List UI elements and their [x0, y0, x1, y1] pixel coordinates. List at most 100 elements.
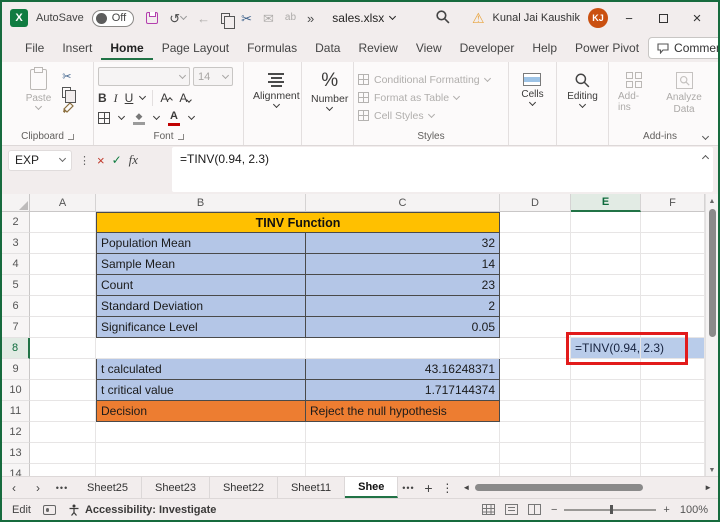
comments-button[interactable]: Comments: [648, 37, 720, 59]
cell[interactable]: [500, 317, 571, 338]
next-sheet-button[interactable]: ›: [26, 477, 50, 498]
cell[interactable]: [571, 254, 641, 275]
cell[interactable]: [641, 212, 705, 233]
cell[interactable]: [641, 443, 705, 464]
cell[interactable]: [30, 359, 96, 380]
cell[interactable]: [571, 296, 641, 317]
cell[interactable]: [96, 338, 306, 359]
insert-function-button[interactable]: fx: [129, 152, 138, 168]
cut-button[interactable]: ✂: [62, 70, 74, 83]
fill-color-button[interactable]: ◆: [133, 112, 145, 125]
cell[interactable]: [571, 317, 641, 338]
cell[interactable]: [641, 380, 705, 401]
back-button[interactable]: ←: [197, 12, 210, 25]
row-header[interactable]: 12: [2, 422, 30, 443]
tab-developer[interactable]: Developer: [451, 36, 524, 61]
row-header-active[interactable]: 8: [2, 338, 30, 359]
cell[interactable]: [641, 296, 705, 317]
cell-styles-button[interactable]: Cell Styles: [358, 107, 504, 124]
more-sheets-left-button[interactable]: •••: [50, 477, 74, 498]
save-button[interactable]: [146, 12, 158, 24]
document-title[interactable]: sales.xlsx: [332, 11, 395, 25]
zoom-slider-thumb[interactable]: [610, 505, 613, 514]
dialog-launcher-icon[interactable]: [178, 134, 184, 140]
row-header[interactable]: 3: [2, 233, 30, 254]
cell[interactable]: [641, 422, 705, 443]
cell[interactable]: [500, 275, 571, 296]
column-header-e[interactable]: E: [571, 194, 641, 212]
bold-button[interactable]: B: [98, 91, 107, 105]
sheet-options-icon[interactable]: ⋮: [438, 477, 456, 498]
sheet-tab-sheet11[interactable]: Sheet11: [278, 477, 345, 498]
cell[interactable]: [96, 443, 306, 464]
page-break-view-icon[interactable]: [528, 504, 541, 515]
analyze-data-button[interactable]: Analyze Data: [661, 66, 707, 118]
dialog-launcher-icon[interactable]: [68, 134, 74, 140]
tab-home[interactable]: Home: [101, 36, 152, 61]
sheet-tab-sheet22[interactable]: Sheet22: [210, 477, 278, 498]
row-header[interactable]: 14: [2, 464, 30, 476]
italic-button[interactable]: I: [114, 91, 118, 106]
cell[interactable]: [30, 443, 96, 464]
excel-logo-icon[interactable]: X: [10, 9, 28, 27]
cell-value[interactable]: 14: [306, 254, 500, 275]
cell[interactable]: [500, 464, 571, 476]
copy-button[interactable]: [221, 13, 230, 24]
cell-label[interactable]: Sample Mean: [96, 254, 306, 275]
cell[interactable]: [571, 212, 641, 233]
cell[interactable]: [571, 422, 641, 443]
tab-view[interactable]: View: [407, 36, 451, 61]
cell[interactable]: [641, 233, 705, 254]
column-header-f[interactable]: F: [641, 194, 705, 212]
tab-file[interactable]: File: [16, 36, 53, 61]
cell-label[interactable]: t calculated: [96, 359, 306, 380]
format-painter-button[interactable]: [62, 102, 74, 114]
cell[interactable]: [30, 254, 96, 275]
row-header[interactable]: 5: [2, 275, 30, 296]
undo-button[interactable]: ↺: [169, 12, 186, 25]
cell[interactable]: [641, 359, 705, 380]
cell[interactable]: [641, 254, 705, 275]
underline-button[interactable]: U: [125, 91, 134, 105]
cell[interactable]: [30, 296, 96, 317]
cell[interactable]: [571, 233, 641, 254]
zoom-in-button[interactable]: +: [663, 504, 669, 516]
sheet-tab-active[interactable]: Shee: [345, 477, 398, 498]
font-size-select[interactable]: 14: [193, 67, 233, 86]
alignment-button[interactable]: Alignment: [248, 66, 305, 110]
row-header[interactable]: 10: [2, 380, 30, 401]
conditional-formatting-button[interactable]: Conditional Formatting: [358, 71, 504, 88]
maximize-button[interactable]: [650, 11, 676, 26]
tab-insert[interactable]: Insert: [53, 36, 101, 61]
cell[interactable]: [30, 380, 96, 401]
cell[interactable]: [306, 464, 500, 476]
new-sheet-button[interactable]: +: [418, 477, 438, 498]
page-layout-view-icon[interactable]: [505, 504, 518, 515]
cell[interactable]: [571, 275, 641, 296]
cell-value[interactable]: Reject the null hypothesis: [306, 401, 500, 422]
more-commands-button[interactable]: »: [307, 12, 314, 25]
cell-label[interactable]: Count: [96, 275, 306, 296]
search-button[interactable]: [435, 9, 450, 27]
cell[interactable]: [96, 422, 306, 443]
warning-icon[interactable]: ⚠: [472, 10, 485, 27]
macro-record-icon[interactable]: [43, 505, 56, 515]
tab-page-layout[interactable]: Page Layout: [153, 36, 238, 61]
minimize-button[interactable]: −: [616, 11, 642, 26]
number-button[interactable]: % Number: [306, 66, 353, 113]
cell[interactable]: [500, 422, 571, 443]
scroll-up-icon[interactable]: ▲: [709, 198, 716, 205]
cell[interactable]: [571, 380, 641, 401]
sheet-tab-sheet23[interactable]: Sheet23: [142, 477, 210, 498]
cell[interactable]: [306, 443, 500, 464]
format-as-table-button[interactable]: Format as Table: [358, 89, 504, 106]
cell-label[interactable]: Significance Level: [96, 317, 306, 338]
scroll-down-icon[interactable]: ▼: [709, 467, 716, 474]
prev-sheet-button[interactable]: ‹: [2, 477, 26, 498]
cell[interactable]: [96, 464, 306, 476]
cell-label[interactable]: t critical value: [96, 380, 306, 401]
row-header[interactable]: 4: [2, 254, 30, 275]
font-name-select[interactable]: [98, 67, 190, 86]
cell-value[interactable]: 0.05: [306, 317, 500, 338]
cell[interactable]: [500, 359, 571, 380]
